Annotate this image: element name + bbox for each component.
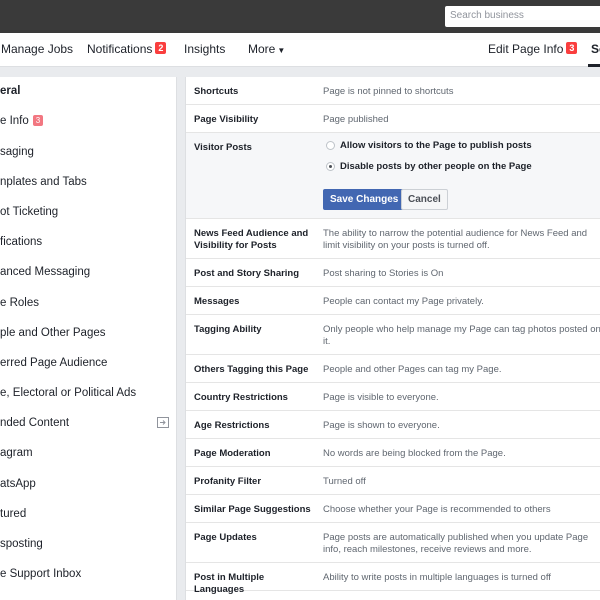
- radio-label-allow[interactable]: Allow visitors to the Page to publish po…: [340, 140, 532, 151]
- sidebar-item-advanced-messaging[interactable]: anced Messaging: [0, 258, 177, 288]
- radio-label-disable[interactable]: Disable posts by other people on the Pag…: [340, 161, 532, 172]
- setting-row-story-sharing[interactable]: Post and Story Sharing Post sharing to S…: [186, 259, 600, 287]
- sidebar-item-page-info[interactable]: e Info 3: [0, 107, 177, 137]
- setting-row-shortcuts[interactable]: Shortcuts Page is not pinned to shortcut…: [186, 77, 600, 105]
- radio-disable-visitor-posts[interactable]: [326, 162, 335, 171]
- sidebar-item-page-roles[interactable]: e Roles: [0, 289, 177, 319]
- sidebar-item-featured[interactable]: tured: [0, 500, 177, 530]
- setting-label: Shortcuts: [194, 86, 239, 97]
- sidebar-item-templates-tabs[interactable]: nplates and Tabs: [0, 168, 177, 198]
- sidebar-item-whatsapp[interactable]: atsApp: [0, 470, 177, 500]
- setting-label: News Feed Audience and Visibility for Po…: [194, 228, 309, 251]
- setting-label: Post and Story Sharing: [194, 268, 300, 279]
- sidebar-item-label: e Info: [0, 115, 29, 127]
- nav-settings[interactable]: Se: [591, 42, 600, 56]
- sidebar-badge: 3: [32, 115, 44, 126]
- external-link-icon: [157, 417, 169, 428]
- sidebar-item-people-pages[interactable]: ple and Other Pages: [0, 319, 177, 349]
- sidebar-item-notifications[interactable]: fications: [0, 228, 177, 258]
- sidebar-item-label: nded Content: [0, 417, 70, 429]
- edit-page-info-badge: 3: [566, 42, 578, 54]
- settings-sidebar: eral e Info 3 saging nplates and Tabs ot …: [0, 77, 177, 600]
- setting-value: Page posts are automatically published w…: [323, 532, 589, 555]
- setting-row-country[interactable]: Country Restrictions Page is visible to …: [186, 383, 600, 411]
- nav-more[interactable]: More ▼: [248, 42, 285, 56]
- setting-row-languages[interactable]: Post in Multiple Languages Ability to wr…: [186, 563, 600, 595]
- setting-value: People can contact my Page privately.: [323, 296, 484, 307]
- nav-edit-page-info-label: Edit Page Info: [488, 42, 564, 56]
- setting-label: Age Restrictions: [194, 420, 270, 431]
- sidebar-item-political-ads[interactable]: e, Electoral or Political Ads: [0, 379, 177, 409]
- sidebar-item-preferred-audience[interactable]: erred Page Audience: [0, 349, 177, 379]
- setting-row-tagging[interactable]: Tagging Ability Only people who help man…: [186, 315, 600, 355]
- setting-label: Tagging Ability: [194, 324, 262, 335]
- cancel-button[interactable]: Cancel: [401, 189, 448, 210]
- setting-label: Page Moderation: [194, 448, 271, 459]
- setting-value: Page published: [323, 114, 389, 125]
- setting-row-moderation[interactable]: Page Moderation No words are being block…: [186, 439, 600, 467]
- setting-row-page-visibility[interactable]: Page Visibility Page published: [186, 105, 600, 133]
- sidebar-item-crossposting[interactable]: sposting: [0, 530, 177, 560]
- nav-notifications[interactable]: Notifications 2: [87, 42, 167, 56]
- setting-label: Page Updates: [194, 532, 257, 543]
- setting-value: Post sharing to Stories is On: [323, 268, 444, 279]
- radio-allow-visitor-posts[interactable]: [326, 141, 335, 150]
- save-changes-button[interactable]: Save Changes: [323, 189, 406, 210]
- setting-label: Page Visibility: [194, 114, 259, 125]
- nav-insights[interactable]: Insights: [184, 42, 225, 56]
- nav-more-label: More: [248, 42, 276, 56]
- setting-value: The ability to narrow the potential audi…: [323, 228, 588, 251]
- top-bar: Search business: [0, 0, 600, 33]
- setting-row-similar[interactable]: Similar Page Suggestions Choose whether …: [186, 495, 600, 523]
- settings-panel: Shortcuts Page is not pinned to shortcut…: [185, 77, 600, 600]
- sidebar-item-general[interactable]: eral: [0, 77, 177, 107]
- setting-label: Others Tagging this Page: [194, 364, 309, 375]
- setting-row-age[interactable]: Age Restrictions Page is shown to everyo…: [186, 411, 600, 439]
- setting-value: Page is visible to everyone.: [323, 392, 439, 403]
- sidebar-item-ticketing[interactable]: ot Ticketing: [0, 198, 177, 228]
- notifications-badge: 2: [155, 42, 167, 54]
- setting-value: People and other Pages can tag my Page.: [323, 364, 502, 375]
- setting-value: Ability to write posts in multiple langu…: [323, 572, 551, 583]
- setting-label: Similar Page Suggestions: [194, 504, 311, 515]
- setting-label: Country Restrictions: [194, 392, 288, 403]
- setting-value: Page is shown to everyone.: [323, 420, 440, 431]
- setting-row-profanity[interactable]: Profanity Filter Turned off: [186, 467, 600, 495]
- active-tab-underline: [588, 64, 600, 67]
- setting-value: No words are being blocked from the Page…: [323, 448, 506, 459]
- sidebar-item-instagram[interactable]: agram: [0, 439, 177, 469]
- setting-value: Page is not pinned to shortcuts: [323, 86, 454, 97]
- setting-label: Profanity Filter: [194, 476, 262, 487]
- sidebar-item-messaging[interactable]: saging: [0, 138, 177, 168]
- page-nav-bar: Manage Jobs Notifications 2 Insights More…: [0, 33, 600, 67]
- setting-label: Messages: [194, 296, 240, 307]
- nav-manage-jobs[interactable]: Manage Jobs: [1, 42, 73, 56]
- sidebar-item-support-inbox[interactable]: e Support Inbox: [0, 560, 177, 590]
- setting-label: Visitor Posts: [194, 142, 252, 153]
- setting-row-others-tagging[interactable]: Others Tagging this Page People and othe…: [186, 355, 600, 383]
- nav-edit-page-info[interactable]: Edit Page Info 3: [488, 42, 578, 56]
- chevron-down-icon: ▼: [277, 46, 286, 55]
- setting-row-messages[interactable]: Messages People can contact my Page priv…: [186, 287, 600, 315]
- setting-label: Post in Multiple Languages: [194, 572, 265, 595]
- nav-notifications-label: Notifications: [87, 42, 153, 56]
- setting-value: Turned off: [323, 476, 366, 487]
- sidebar-item-branded-content[interactable]: nded Content: [0, 409, 177, 439]
- setting-value: Only people who help manage my Page can …: [323, 324, 600, 347]
- setting-row-news-feed[interactable]: News Feed Audience and Visibility for Po…: [186, 219, 600, 259]
- search-input[interactable]: Search business: [445, 6, 600, 27]
- setting-value: Choose whether your Page is recommended …: [323, 504, 551, 515]
- setting-row-updates[interactable]: Page Updates Page posts are automaticall…: [186, 523, 600, 563]
